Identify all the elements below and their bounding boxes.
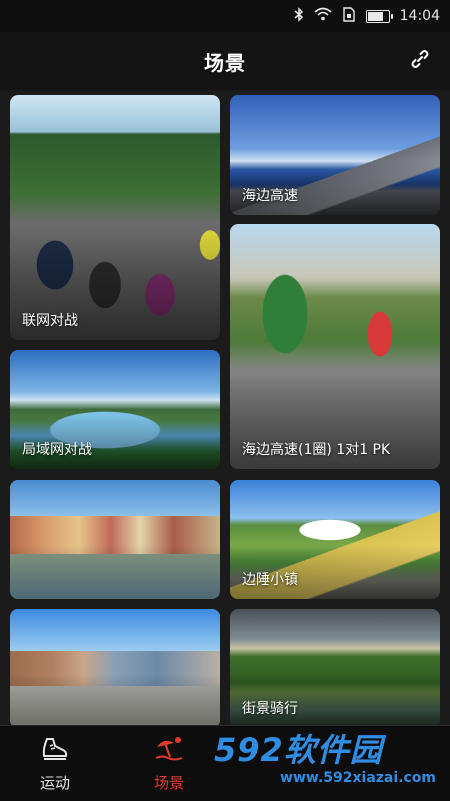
scene-label: 边陲小镇 [242, 572, 298, 588]
scene-card-street-ride[interactable]: 街景骑行 [230, 609, 440, 725]
nav-tab-scenes[interactable]: 场景 [134, 734, 204, 793]
scene-label: VR世界 [22, 701, 70, 717]
scene-card-lake-mountain[interactable]: 湖光山色 [10, 480, 220, 599]
sim-icon [342, 6, 356, 26]
scene-card-seaside-highway[interactable]: 海边高速 [230, 95, 440, 215]
status-bar: 14:04 [0, 0, 450, 32]
scene-label: 湖光山色 [22, 572, 78, 588]
watermark-logo: 592软件园 www.592xiazai.com [214, 730, 444, 796]
page-title: 场景 [204, 50, 246, 75]
battery-level [367, 11, 383, 21]
scene-label: 局域网对战 [22, 442, 92, 458]
nav-tab-exercise[interactable]: 运动 [20, 734, 90, 793]
scene-card-lan-battle[interactable]: 局域网对战 [10, 350, 220, 469]
nav-label: 场景 [153, 774, 184, 792]
link-icon [410, 49, 430, 73]
battery-icon [365, 9, 393, 23]
watermark-url: www.592xiazai.com [280, 770, 436, 786]
sneaker-icon [20, 734, 90, 764]
share-link-button[interactable] [408, 49, 432, 73]
beach-umbrella-icon [134, 734, 204, 764]
bluetooth-icon [294, 6, 304, 26]
scene-label: 海边高速(1圈) 1对1 PK [242, 442, 391, 458]
scene-card-vr-world[interactable]: VR世界 [10, 609, 220, 725]
scene-card-seaside-pk[interactable]: 海边高速(1圈) 1对1 PK [230, 224, 440, 469]
watermark-brand: 592软件园 [214, 731, 383, 769]
scene-label: 海边高速 [242, 188, 298, 204]
wifi-icon [314, 7, 332, 25]
scene-label: 联网对战 [22, 313, 78, 329]
scene-card-online-battle[interactable]: 联网对战 [10, 95, 220, 340]
clock-time: 14:04 [399, 8, 440, 24]
scene-grid: 联网对战 海边高速 海边高速(1圈) 1对1 PK 局域网对战 湖光山色 边陲小… [0, 90, 450, 725]
nav-label: 运动 [39, 774, 70, 792]
app-header: 场景 [0, 32, 450, 90]
scene-card-border-town[interactable]: 边陲小镇 [230, 480, 440, 599]
scene-label: 街景骑行 [242, 701, 298, 717]
